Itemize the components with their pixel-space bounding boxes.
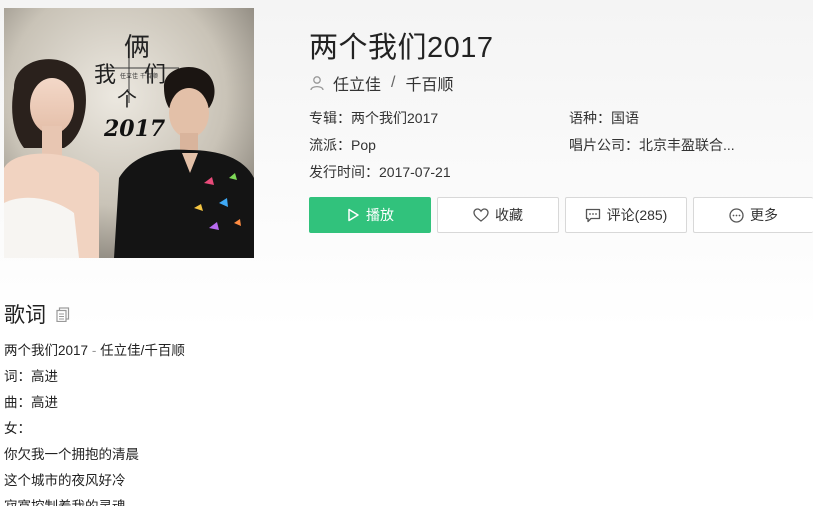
company-value: 北京丰盈联合...: [639, 137, 735, 153]
cover-text-ge: 个: [117, 87, 137, 111]
lyrics-title-line: 两个我们2017 - 任立佳/千百顺: [4, 340, 604, 366]
more-label: 更多: [750, 207, 778, 223]
artist-line: 任立佳 / 千百顺: [309, 72, 453, 94]
lyrics-line: 你欠我一个拥抱的清晨: [4, 447, 139, 462]
lyrics-header: 歌词: [4, 300, 70, 328]
lyrics-line: 寂寞控制着我的灵魂: [4, 496, 604, 506]
copy-icon[interactable]: [56, 306, 70, 322]
cover-text-liang: 俩: [124, 33, 150, 63]
company-info: 唱片公司：北京丰盈联合...: [569, 135, 735, 155]
more-button[interactable]: 更多: [693, 197, 813, 233]
lyrics-line: 这个城市的夜风好冷: [4, 473, 126, 488]
artist-link-1[interactable]: 任立佳: [333, 71, 381, 95]
comment-button[interactable]: 评论(285): [565, 197, 687, 233]
play-label: 播放: [366, 207, 394, 223]
favorite-label: 收藏: [495, 207, 523, 223]
comment-icon: [585, 208, 600, 222]
play-icon: [348, 208, 359, 222]
cover-small-text: 任立佳 千百顺: [120, 72, 158, 80]
language-value: 国语: [611, 110, 639, 126]
artist-separator: /: [391, 74, 396, 91]
release-date: 2017-07-21: [379, 164, 451, 180]
lyrics-dash: -: [91, 343, 97, 358]
cover-text-wo: 我: [94, 63, 116, 88]
genre-info: 流派：Pop: [309, 135, 376, 155]
release-label: 发行时间：: [309, 164, 379, 180]
lyrics-body: 两个我们2017 - 任立佳/千百顺 词：高进 曲：高进 女： 你欠我一个拥抱的…: [4, 340, 604, 506]
company-label: 唱片公司：: [569, 137, 639, 153]
genre-link[interactable]: Pop: [351, 137, 376, 153]
more-icon: [729, 207, 744, 223]
lyrics-line: 词：高进: [4, 369, 58, 384]
album-info: 专辑：两个我们2017: [309, 108, 438, 128]
cover-text-year: 2017: [103, 116, 166, 142]
heart-icon: [473, 208, 489, 222]
song-title: 两个我们2017: [309, 32, 494, 64]
lyrics-song-name: 两个我们2017: [4, 343, 89, 358]
album-label: 专辑：: [309, 110, 351, 126]
lyrics-artists: 任立佳/千百顺: [100, 343, 185, 358]
user-icon: [310, 76, 324, 91]
album-link[interactable]: 两个我们2017: [351, 110, 438, 126]
release-info: 发行时间：2017-07-21: [309, 162, 451, 182]
lyrics-heading: 歌词: [4, 304, 46, 327]
favorite-button[interactable]: 收藏: [437, 197, 559, 233]
play-button[interactable]: 播放: [309, 197, 431, 233]
language-label: 语种：: [569, 110, 611, 126]
lyrics-line: 曲：高进: [4, 395, 58, 410]
album-cover[interactable]: 俩 我 们 个 2017 任立佳 千百顺: [4, 8, 254, 258]
language-info: 语种：国语: [569, 108, 639, 128]
genre-label: 流派：: [309, 137, 351, 153]
lyrics-line: 女：: [4, 421, 31, 436]
comment-label: 评论(285): [606, 207, 668, 223]
artist-link-2[interactable]: 千百顺: [405, 71, 453, 95]
